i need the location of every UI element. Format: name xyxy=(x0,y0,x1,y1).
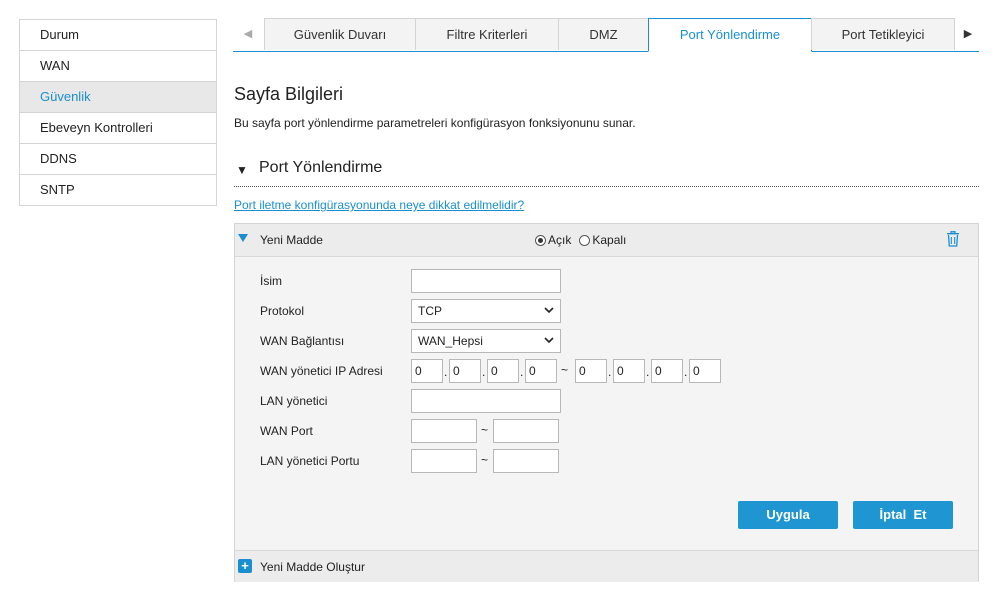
chevron-down-icon xyxy=(544,337,554,344)
entry-title: Yeni Madde xyxy=(260,233,323,247)
chevron-down-icon xyxy=(544,307,554,314)
wan-ip-start-octet-2[interactable] xyxy=(449,359,481,383)
status-radio-group: Açık Kapalı xyxy=(535,233,634,247)
sidebar-item-sntp[interactable]: SNTP xyxy=(20,175,216,206)
collapse-triangle-icon[interactable]: ▼ xyxy=(236,163,248,177)
wan-port-label: WAN Port xyxy=(260,424,313,438)
wan-ip-end-octet-4[interactable] xyxy=(689,359,721,383)
wan-connection-value: WAN_Hepsi xyxy=(418,334,483,348)
lan-port-start-input[interactable] xyxy=(411,449,477,473)
wan-connection-label: WAN Bağlantısı xyxy=(260,334,345,348)
wan-ip-end-octet-3[interactable] xyxy=(651,359,683,383)
wan-port-start-input[interactable] xyxy=(411,419,477,443)
cancel-button[interactable]: İptal Et xyxy=(853,501,953,529)
tab-filtre-kriterleri[interactable]: Filtre Kriterleri xyxy=(415,18,559,50)
radio-acik-label[interactable]: Açık xyxy=(548,233,571,247)
ip-dot: . xyxy=(684,365,688,379)
apply-button[interactable]: Uygula xyxy=(738,501,838,529)
tab-dmz[interactable]: DMZ xyxy=(558,18,649,50)
range-separator: ~ xyxy=(481,423,489,437)
wan-ip-start-octet-3[interactable] xyxy=(487,359,519,383)
sidebar-item-guvenlik[interactable]: Güvenlik xyxy=(20,82,216,113)
add-entry-button[interactable]: Yeni Madde Oluştur xyxy=(260,560,365,574)
sidebar-menu: Durum WAN Güvenlik Ebeveyn Kontrolleri D… xyxy=(19,19,217,206)
entry-form: İsim Protokol TCP WAN Bağlantısı WAN_Hep… xyxy=(235,257,978,549)
ip-dot: . xyxy=(608,365,612,379)
row-protocol: Protokol TCP xyxy=(260,299,960,323)
radio-kapali[interactable] xyxy=(579,234,591,246)
sidebar-item-durum[interactable]: Durum xyxy=(20,20,216,51)
wan-ip-start-octet-1[interactable] xyxy=(411,359,443,383)
help-link[interactable]: Port iletme konfigürasyonunda neye dikka… xyxy=(234,198,524,212)
protocol-label: Protokol xyxy=(260,304,305,318)
lan-host-input[interactable] xyxy=(411,389,561,413)
wan-connection-select[interactable]: WAN_Hepsi xyxy=(411,329,561,353)
row-name: İsim xyxy=(260,269,960,293)
ip-dot: . xyxy=(520,365,524,379)
tab-next-arrow-icon[interactable]: ▶ xyxy=(957,18,979,51)
page-title: Sayfa Bilgileri xyxy=(234,84,344,104)
range-separator: ~ xyxy=(561,363,569,377)
entry-footer: + Yeni Madde Oluştur xyxy=(235,550,978,582)
lan-port-end-input[interactable] xyxy=(493,449,559,473)
name-label: İsim xyxy=(260,274,282,288)
row-wan-port: WAN Port ~ xyxy=(260,419,960,443)
lan-port-label: LAN yönetici Portu xyxy=(260,454,360,468)
ip-dot: . xyxy=(482,365,486,379)
wan-ip-label: WAN yönetici IP Adresi xyxy=(260,364,383,378)
trash-icon[interactable] xyxy=(946,231,960,247)
radio-kapali-label[interactable]: Kapalı xyxy=(592,233,626,247)
tab-guvenlik-duvari[interactable]: Güvenlik Duvarı xyxy=(264,18,416,50)
row-lan-port: LAN yönetici Portu ~ xyxy=(260,449,960,473)
row-wan-ip: WAN yönetici IP Adresi . . . ~ . . . xyxy=(260,359,960,383)
sidebar-item-wan[interactable]: WAN xyxy=(20,51,216,82)
tab-port-yonlendirme[interactable]: Port Yönlendirme xyxy=(648,18,812,52)
tab-prev-arrow-icon[interactable]: ◀ xyxy=(233,18,263,51)
wan-port-end-input[interactable] xyxy=(493,419,559,443)
sidebar-item-ddns[interactable]: DDNS xyxy=(20,144,216,175)
entry-panel: Yeni Madde Açık Kapalı İsim Protokol TCP xyxy=(234,223,979,582)
page-description: Bu sayfa port yönlendirme parametreleri … xyxy=(234,116,636,130)
row-lan-host: LAN yönetici xyxy=(260,389,960,413)
wan-ip-end-octet-1[interactable] xyxy=(575,359,607,383)
ip-dot: . xyxy=(646,365,650,379)
entry-header: Yeni Madde Açık Kapalı xyxy=(235,224,978,257)
wan-ip-end-octet-2[interactable] xyxy=(613,359,645,383)
protocol-value: TCP xyxy=(418,304,442,318)
row-wan-connection: WAN Bağlantısı WAN_Hepsi xyxy=(260,329,960,353)
radio-acik[interactable] xyxy=(535,234,546,246)
range-separator: ~ xyxy=(481,453,489,467)
section-header[interactable]: ▼ Port Yönlendirme xyxy=(234,158,979,187)
add-entry-icon[interactable]: + xyxy=(238,559,252,573)
section-title: Port Yönlendirme xyxy=(259,159,383,176)
expand-triangle-icon[interactable] xyxy=(238,234,248,242)
lan-host-label: LAN yönetici xyxy=(260,394,328,408)
tab-port-tetikleyici[interactable]: Port Tetikleyici xyxy=(811,18,955,50)
tab-bar: ◀ Güvenlik Duvarı Filtre Kriterleri DMZ … xyxy=(233,18,979,52)
name-input[interactable] xyxy=(411,269,561,293)
wan-ip-start-octet-4[interactable] xyxy=(525,359,557,383)
sidebar-item-ebeveyn-kontrolleri[interactable]: Ebeveyn Kontrolleri xyxy=(20,113,216,144)
protocol-select[interactable]: TCP xyxy=(411,299,561,323)
ip-dot: . xyxy=(444,365,448,379)
